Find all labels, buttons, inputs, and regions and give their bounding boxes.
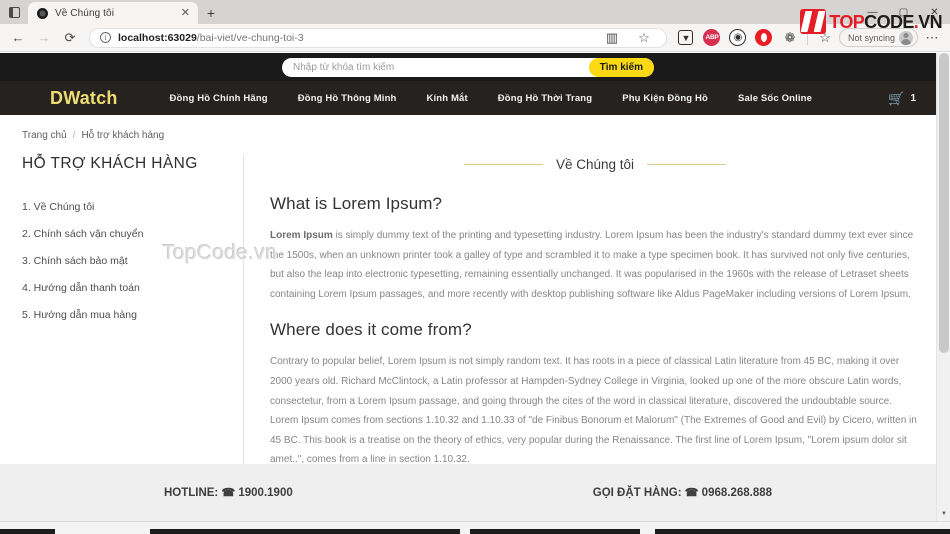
nav-item-sale-soc-online[interactable]: Sale Sốc Online <box>738 93 812 104</box>
back-icon[interactable]: ← <box>6 27 30 49</box>
support-sidebar: HỖ TRỢ KHÁCH HÀNG 1. Về Chúng tôi 2. Chí… <box>22 155 244 486</box>
search-button[interactable]: Tìm kiếm <box>588 57 654 77</box>
article-content: Về Chúng tôi What is Lorem Ipsum? Lorem … <box>244 155 920 486</box>
topcode-mark-icon <box>800 9 827 34</box>
nav-item-phu-kien-dong-ho[interactable]: Phụ Kiện Đồng Hồ <box>622 93 708 104</box>
cart-button[interactable]: 🛒 1 <box>888 92 916 105</box>
page-scrollbar[interactable]: ▲ ▼ <box>936 53 950 521</box>
article-heading-row: Về Chúng tôi <box>270 157 920 172</box>
add-favorite-icon[interactable]: ☆ <box>632 27 656 49</box>
page-title: Về Chúng tôi <box>555 157 635 172</box>
section-title-what-is-lorem-ipsum: What is Lorem Ipsum? <box>270 194 443 213</box>
sidebar-title: HỖ TRỢ KHÁCH HÀNG <box>22 155 198 172</box>
tab-search-icon[interactable] <box>0 0 28 24</box>
footer-hotline-number: 1900.1900 <box>238 487 293 499</box>
breadcrumb: Trang chủ / Hỗ trợ khách hàng <box>0 115 936 141</box>
sidebar-item-chinh-sach-bao-mat[interactable]: 3. Chính sách bảo mật <box>22 255 227 267</box>
collections-icon[interactable]: ▼ <box>674 27 698 49</box>
phone-icon: ☎ <box>221 487 236 499</box>
tab-title: Về Chúng tôi <box>55 7 115 19</box>
heading-rule-left <box>463 164 543 165</box>
url-text: localhost:63029/bai-viet/ve-chung-toi-3 <box>118 32 304 44</box>
topcode-logo-text: TOPCODE.VN <box>829 11 942 32</box>
browser-window: Về Chúng tôi ✕ + — ▢ ✕ ← → ⟳ i localhost… <box>0 0 950 534</box>
section-body-2: Contrary to popular belief, Lorem Ipsum … <box>270 356 917 466</box>
page-viewport: Tìm kiếm DWatch Đồng Hồ Chính Hãng Đồng … <box>0 53 950 521</box>
new-tab-button[interactable]: + <box>198 2 224 24</box>
scroll-down-icon[interactable]: ▼ <box>937 507 950 521</box>
heading-rule-right <box>647 164 727 165</box>
breadcrumb-separator: / <box>72 130 76 141</box>
adblock-icon[interactable]: ABP <box>700 27 724 49</box>
footer-order: GỌI ĐẶT HÀNG: ☎ 0968.268.888 <box>593 486 772 499</box>
sidebar-list: 1. Về Chúng tôi 2. Chính sách vận chuyển… <box>22 201 227 321</box>
search-box[interactable]: Tìm kiếm <box>282 57 654 77</box>
browser-tab[interactable]: Về Chúng tôi ✕ <box>28 2 198 24</box>
site-favicon <box>37 7 48 19</box>
close-icon[interactable]: ✕ <box>179 7 192 19</box>
opera-extension-icon[interactable] <box>752 27 776 49</box>
footer-order-number: 0968.268.888 <box>701 487 773 499</box>
web-page: Tìm kiếm DWatch Đồng Hồ Chính Hãng Đồng … <box>0 53 936 521</box>
nav-item-dong-ho-chinh-hang[interactable]: Đồng Hồ Chính Hãng <box>170 93 268 104</box>
url-host: localhost:63029 <box>118 31 197 44</box>
nav-item-kinh-mat[interactable]: Kính Mắt <box>426 93 467 104</box>
url-path: /bai-viet/ve-chung-toi-3 <box>196 31 304 44</box>
sidebar-item-chinh-sach-van-chuyen[interactable]: 2. Chính sách vận chuyển <box>22 228 227 240</box>
address-bar[interactable]: i localhost:63029/bai-viet/ve-chung-toi-… <box>89 27 667 49</box>
section-body-1-lead: Lorem Ipsum <box>270 230 333 241</box>
breadcrumb-home[interactable]: Trang chủ <box>22 130 67 141</box>
scrollbar-thumb[interactable] <box>939 53 949 353</box>
topcode-logo-badge: TOPCODE.VN <box>800 9 943 34</box>
page-main: HỖ TRỢ KHÁCH HÀNG 1. Về Chúng tôi 2. Chí… <box>0 141 936 486</box>
profile-label: Not syncing <box>847 32 895 43</box>
cart-icon: 🛒 <box>888 90 905 106</box>
section-body-1: Lorem Ipsum is simply dummy text of the … <box>270 226 920 304</box>
phone-icon-order: ☎ <box>684 487 699 499</box>
sidebar-item-huong-dan-thanh-toan[interactable]: 4. Hướng dẫn thanh toán <box>22 282 227 294</box>
nav-links: Đồng Hồ Chính Hãng Đồng Hồ Thông Minh Kí… <box>170 93 869 104</box>
forward-icon[interactable]: → <box>32 27 56 49</box>
cart-count: 1 <box>910 92 916 104</box>
nav-item-dong-ho-thong-minh[interactable]: Đồng Hồ Thông Minh <box>298 93 397 104</box>
nav-item-dong-ho-thoi-trang[interactable]: Đồng Hồ Thời Trang <box>498 93 592 104</box>
sidebar-item-huong-dan-mua-hang[interactable]: 5. Hướng dẫn mua hàng <box>22 309 227 321</box>
omnibox-actions: ▥ ☆ <box>600 27 656 49</box>
section-title-where-does-it-come-from: Where does it come from? <box>270 320 472 340</box>
footer-order-label: GỌI ĐẶT HÀNG: <box>592 487 682 499</box>
sidebar-item-ve-chung-toi[interactable]: 1. Về Chúng tôi <box>22 201 227 213</box>
search-input[interactable] <box>282 57 589 77</box>
split-screen-icon[interactable]: ▥ <box>600 27 624 49</box>
site-logo[interactable]: DWatch <box>50 88 118 109</box>
extension-icon[interactable]: ◉ <box>726 27 750 49</box>
reload-icon[interactable]: ⟳ <box>58 27 82 49</box>
site-info-icon[interactable]: i <box>100 32 111 43</box>
section-body-1-text: is simply dummy text of the printing and… <box>270 230 914 300</box>
site-search-bar: Tìm kiếm <box>0 53 936 81</box>
footer-hotline-label: HOTLINE: <box>163 487 219 499</box>
browser-essentials-icon[interactable]: ❁ <box>778 27 802 49</box>
main-navigation: DWatch Đồng Hồ Chính Hãng Đồng Hồ Thông … <box>0 81 936 115</box>
footer-hotline: HOTLINE: ☎ 1900.1900 <box>164 486 293 499</box>
site-footer: HOTLINE: ☎ 1900.1900 GỌI ĐẶT HÀNG: ☎ 096… <box>0 464 936 521</box>
desktop-strip <box>0 521 950 534</box>
breadcrumb-current: Hỗ trợ khách hàng <box>81 130 165 141</box>
